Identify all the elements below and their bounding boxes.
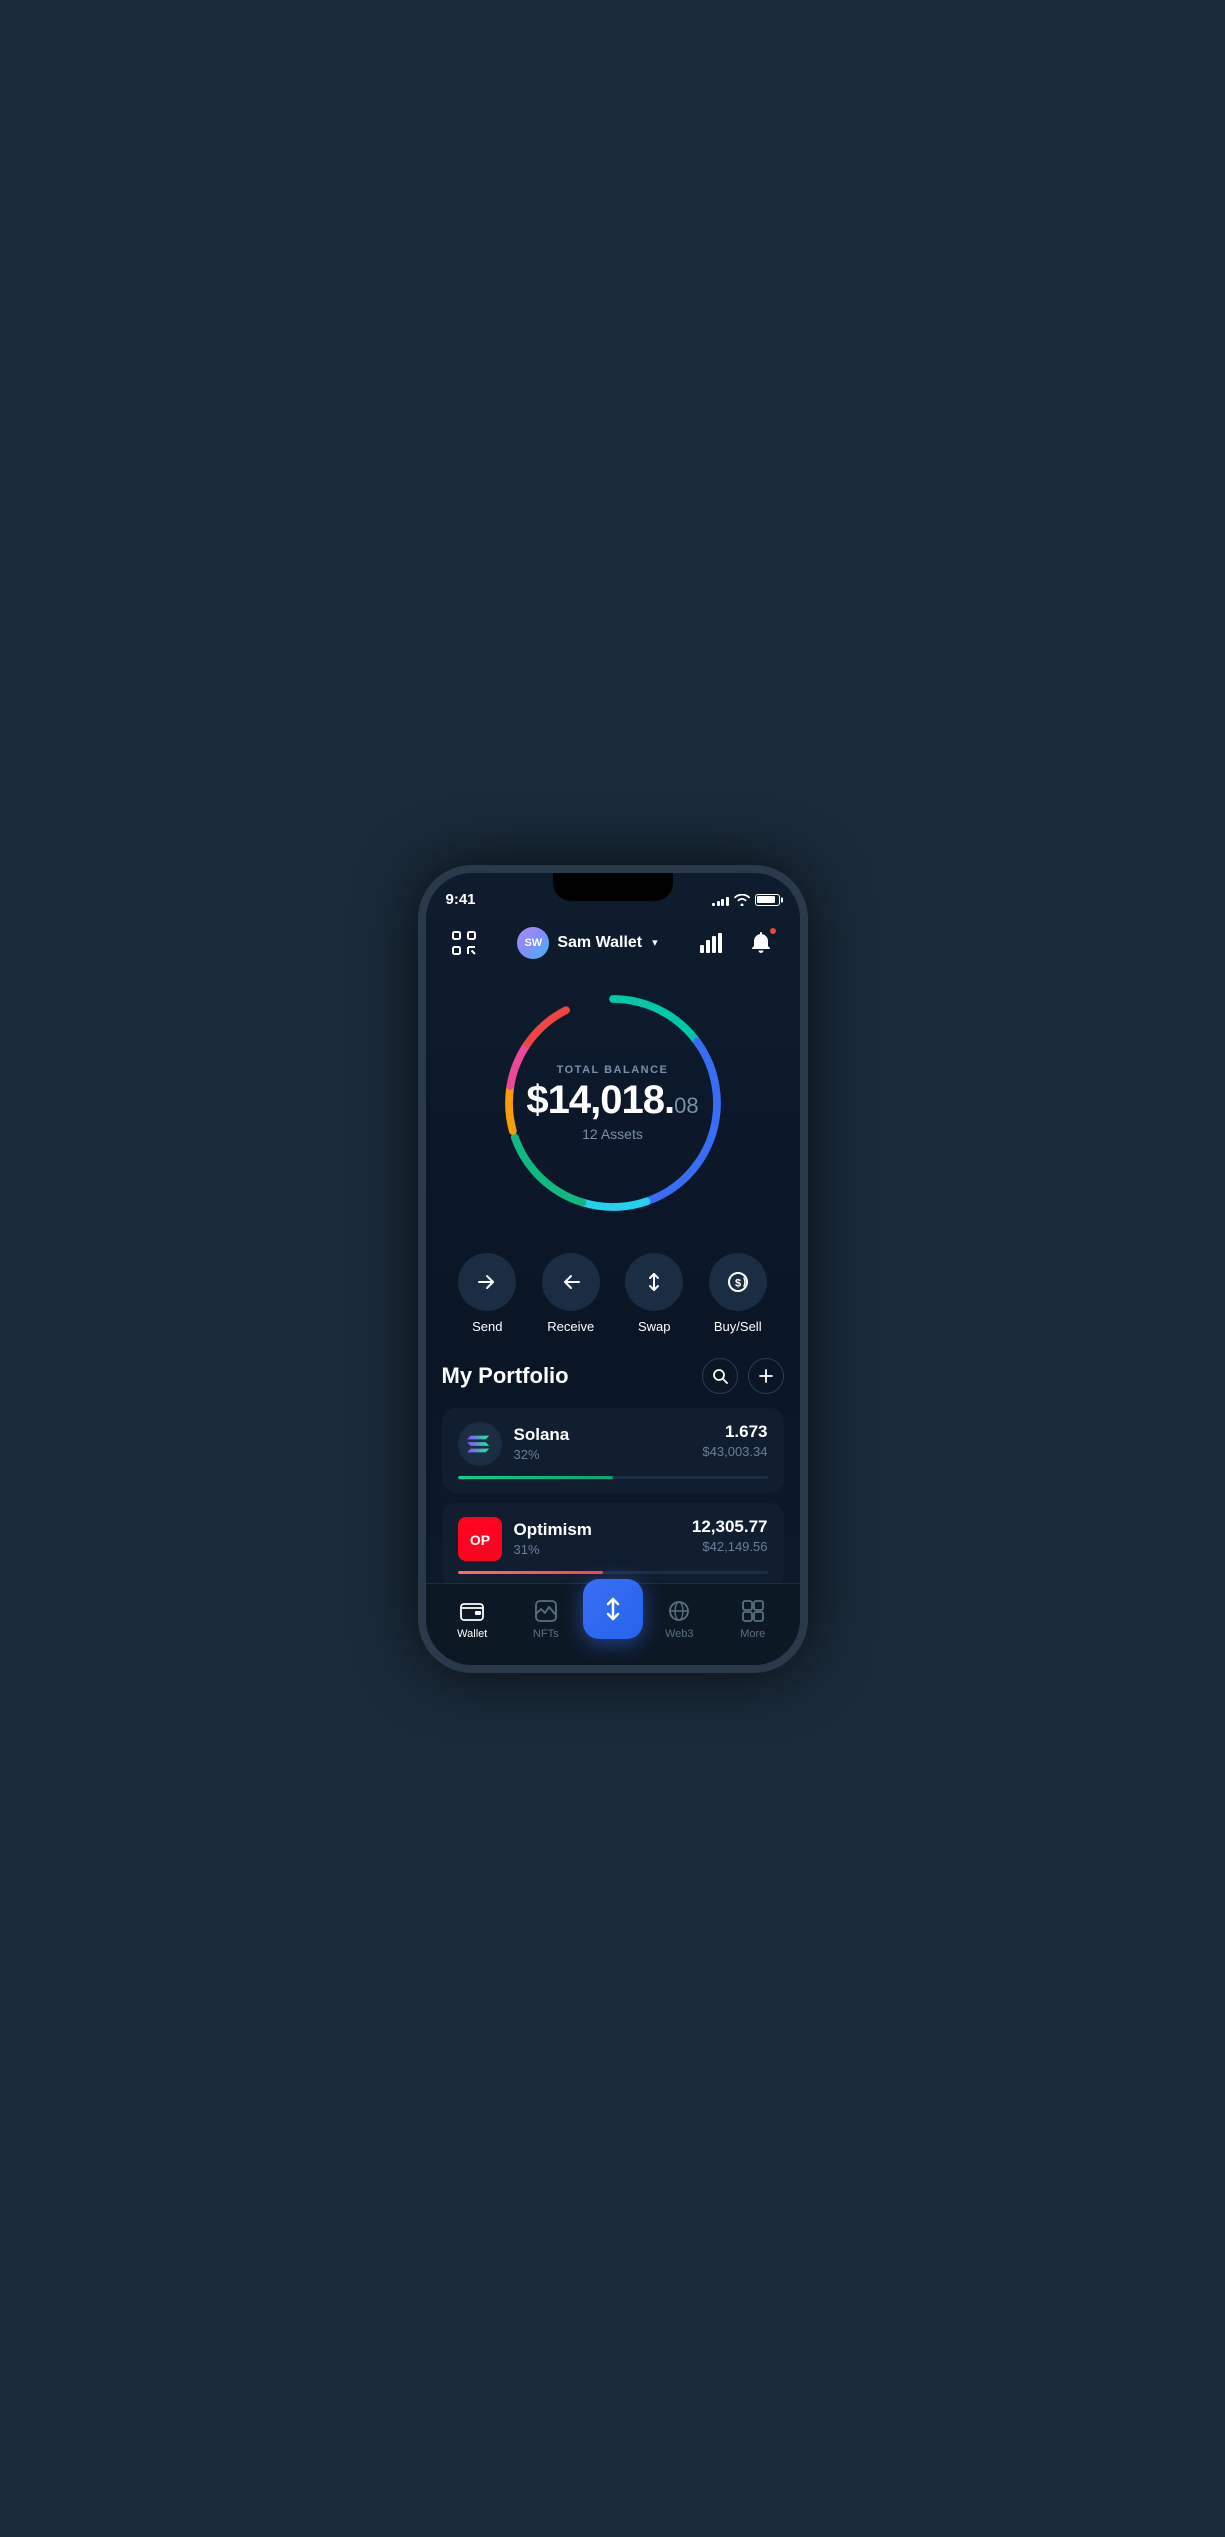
battery-fill (757, 896, 775, 903)
signal-bar-2 (717, 901, 720, 906)
asset-list: Solana 32% 1.673 $43,003.34 (442, 1408, 784, 1583)
app-header: SW Sam Wallet ▾ (426, 917, 800, 969)
svg-text:$: $ (735, 1277, 741, 1289)
web3-nav-label: Web3 (665, 1628, 694, 1640)
balance-section: TOTAL BALANCE $14,018.08 12 Assets (426, 973, 800, 1233)
wallet-nav-label: Wallet (457, 1628, 487, 1640)
solana-value: $43,003.34 (702, 1444, 767, 1459)
asset-card-optimism[interactable]: OP Optimism 31% 12,305.77 $42,149.56 (442, 1503, 784, 1583)
asset-right-optimism: 12,305.77 $42,149.56 (692, 1517, 768, 1554)
solana-progress-bar (458, 1476, 768, 1479)
solana-name: Solana (514, 1425, 570, 1445)
asset-info-optimism: Optimism 31% (514, 1520, 592, 1557)
battery-icon (755, 894, 780, 906)
notch (553, 873, 673, 901)
portfolio-title: My Portfolio (442, 1363, 569, 1389)
solana-amount: 1.673 (702, 1422, 767, 1442)
portfolio-actions (702, 1358, 784, 1394)
notification-badge (769, 927, 777, 935)
buysell-label: Buy/Sell (714, 1319, 762, 1334)
balance-assets-count: 12 Assets (526, 1126, 698, 1142)
nav-wallet[interactable]: Wallet (436, 1598, 510, 1640)
send-icon (458, 1253, 516, 1311)
optimism-name: Optimism (514, 1520, 592, 1540)
asset-card-solana[interactable]: Solana 32% 1.673 $43,003.34 (442, 1408, 784, 1493)
donut-center: TOTAL BALANCE $14,018.08 12 Assets (526, 1064, 698, 1142)
optimism-icon: OP (458, 1517, 502, 1561)
phone-screen: 9:41 (426, 873, 800, 1665)
chevron-down-icon: ▾ (652, 936, 658, 949)
swap-button[interactable]: Swap (625, 1253, 683, 1334)
portfolio-add-button[interactable] (748, 1358, 784, 1394)
balance-amount-main: $14,018. (526, 1080, 674, 1120)
nfts-nav-icon (533, 1598, 559, 1624)
more-nav-label: More (740, 1628, 765, 1640)
buysell-icon: $ (709, 1253, 767, 1311)
swap-icon (625, 1253, 683, 1311)
asset-info-solana: Solana 32% (514, 1425, 570, 1462)
donut-chart: TOTAL BALANCE $14,018.08 12 Assets (483, 973, 743, 1233)
solana-icon (458, 1422, 502, 1466)
action-buttons: Send Receive (426, 1233, 800, 1334)
nav-center-button[interactable] (583, 1579, 643, 1639)
avatar: SW (517, 927, 549, 959)
nfts-nav-label: NFTs (533, 1628, 559, 1640)
bell-icon[interactable] (743, 925, 779, 961)
bottom-nav: Wallet NFTs (426, 1583, 800, 1665)
optimism-value: $42,149.56 (692, 1539, 768, 1554)
receive-button[interactable]: Receive (542, 1253, 600, 1334)
signal-bar-1 (712, 903, 715, 906)
receive-icon (542, 1253, 600, 1311)
chart-icon[interactable] (693, 925, 729, 961)
send-button[interactable]: Send (458, 1253, 516, 1334)
send-label: Send (472, 1319, 502, 1334)
solana-percent: 32% (514, 1447, 570, 1462)
scan-icon[interactable] (446, 925, 482, 961)
optimism-progress-bar (458, 1571, 768, 1574)
signal-bar-4 (726, 897, 729, 906)
nav-nfts[interactable]: NFTs (509, 1598, 583, 1640)
receive-label: Receive (547, 1319, 594, 1334)
portfolio-search-button[interactable] (702, 1358, 738, 1394)
asset-card-top-solana: Solana 32% 1.673 $43,003.34 (458, 1422, 768, 1466)
portfolio-header: My Portfolio (442, 1358, 784, 1394)
asset-right-solana: 1.673 $43,003.34 (702, 1422, 767, 1459)
portfolio-section: My Portfolio (426, 1334, 800, 1583)
swap-label: Swap (638, 1319, 671, 1334)
status-time: 9:41 (446, 891, 476, 908)
signal-bars-icon (712, 894, 729, 906)
optimism-amount: 12,305.77 (692, 1517, 768, 1537)
web3-nav-icon (666, 1598, 692, 1624)
wifi-icon (734, 894, 750, 906)
balance-amount-cents: 08 (674, 1093, 698, 1119)
nav-web3[interactable]: Web3 (643, 1598, 717, 1640)
nav-more[interactable]: More (716, 1598, 790, 1640)
status-icons (712, 894, 780, 906)
header-actions (693, 925, 779, 961)
asset-card-top-optimism: OP Optimism 31% 12,305.77 $42,149.56 (458, 1517, 768, 1561)
wallet-nav-icon (459, 1598, 485, 1624)
phone-frame: 9:41 (418, 865, 808, 1673)
svg-text:OP: OP (469, 1532, 489, 1548)
asset-left-solana: Solana 32% (458, 1422, 570, 1466)
wallet-name: Sam Wallet (557, 934, 642, 952)
balance-label: TOTAL BALANCE (526, 1064, 698, 1076)
more-nav-icon (740, 1598, 766, 1624)
optimism-progress-fill (458, 1571, 604, 1574)
asset-left-optimism: OP Optimism 31% (458, 1517, 592, 1561)
optimism-percent: 31% (514, 1542, 592, 1557)
signal-bar-3 (721, 899, 724, 906)
buysell-button[interactable]: $ Buy/Sell (709, 1253, 767, 1334)
solana-progress-fill (458, 1476, 613, 1479)
wallet-selector[interactable]: SW Sam Wallet ▾ (517, 927, 657, 959)
